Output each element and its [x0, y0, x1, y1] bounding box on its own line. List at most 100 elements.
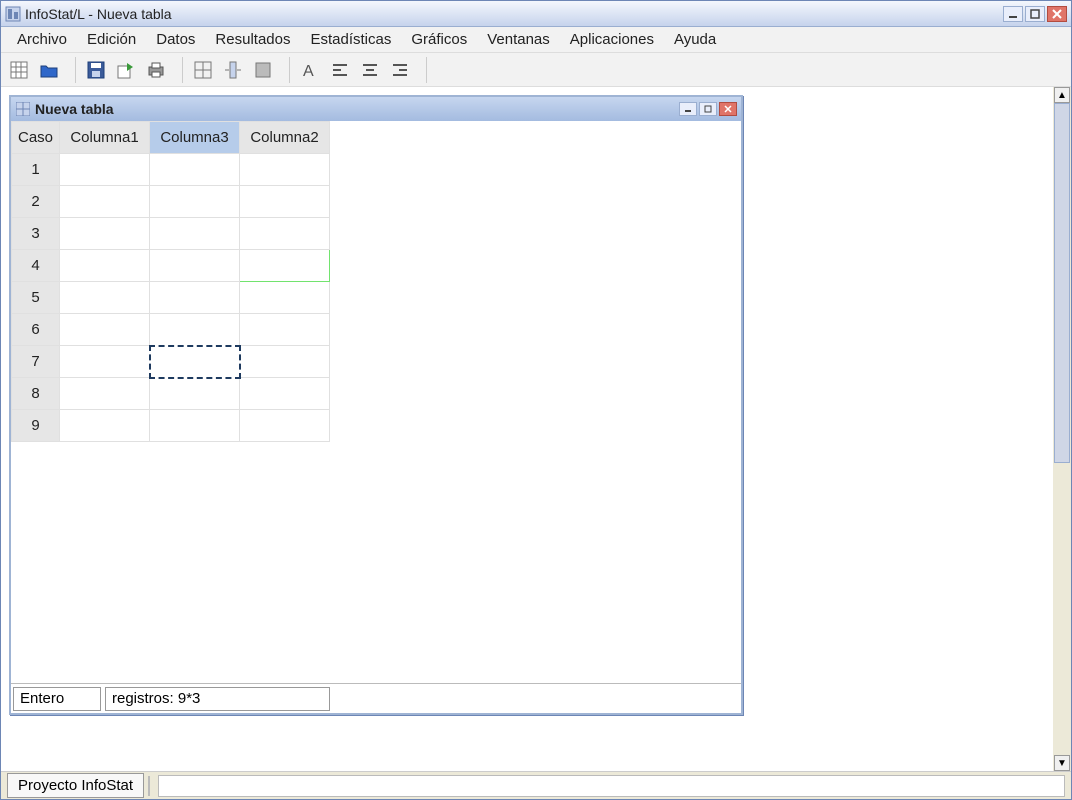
data-cell[interactable] — [240, 250, 330, 282]
child-statusbar: Entero registros: 9*3 — [11, 683, 741, 713]
data-cell[interactable] — [60, 378, 150, 410]
data-cell[interactable] — [240, 346, 330, 378]
data-cell[interactable] — [150, 218, 240, 250]
data-cell[interactable] — [150, 186, 240, 218]
column-header[interactable]: Columna2 — [240, 122, 330, 154]
data-cell[interactable] — [60, 218, 150, 250]
window-title: InfoStat/L - Nueva tabla — [25, 6, 172, 22]
table-row: 5 — [12, 282, 330, 314]
vertical-scrollbar[interactable]: ▲ ▼ — [1053, 87, 1071, 771]
minimize-button[interactable] — [1003, 6, 1023, 22]
toolbar-separator — [182, 57, 183, 83]
data-cell[interactable] — [150, 378, 240, 410]
toolbar-separator — [75, 57, 76, 83]
toolbar-separator — [426, 57, 427, 83]
data-cell[interactable] — [240, 186, 330, 218]
align-right-icon[interactable] — [388, 58, 412, 82]
child-minimize-button[interactable] — [679, 102, 697, 116]
scroll-track[interactable] — [1054, 103, 1070, 755]
scroll-up-icon[interactable]: ▲ — [1054, 87, 1070, 103]
data-cell[interactable] — [60, 410, 150, 442]
menu-graficos[interactable]: Gráficos — [401, 28, 477, 51]
menu-archivo[interactable]: Archivo — [7, 28, 77, 51]
table-row: 1 — [12, 154, 330, 186]
menu-resultados[interactable]: Resultados — [205, 28, 300, 51]
row-header[interactable]: 4 — [12, 250, 60, 282]
close-button[interactable] — [1047, 6, 1067, 22]
row-header[interactable]: 8 — [12, 378, 60, 410]
table-row: 4 — [12, 250, 330, 282]
table-row: 3 — [12, 218, 330, 250]
data-cell[interactable] — [150, 154, 240, 186]
data-cell[interactable] — [240, 314, 330, 346]
data-cell[interactable] — [60, 186, 150, 218]
workspace: Nueva tabla CasoColumna1Columna3Columna2… — [1, 87, 1071, 771]
main-statusbar: Proyecto InfoStat — [1, 771, 1071, 799]
open-folder-icon[interactable] — [37, 58, 61, 82]
data-cell[interactable] — [240, 410, 330, 442]
menubar: Archivo Edición Datos Resultados Estadís… — [1, 27, 1071, 53]
data-cell[interactable] — [60, 154, 150, 186]
menu-ventanas[interactable]: Ventanas — [477, 28, 560, 51]
row-header[interactable]: 1 — [12, 154, 60, 186]
child-window: Nueva tabla CasoColumna1Columna3Columna2… — [9, 95, 743, 715]
menu-estadisticas[interactable]: Estadísticas — [300, 28, 401, 51]
child-window-title: Nueva tabla — [35, 101, 114, 117]
child-close-button[interactable] — [719, 102, 737, 116]
statusbar-panel — [158, 775, 1065, 797]
data-cell[interactable] — [60, 250, 150, 282]
toolbar-separator — [289, 57, 290, 83]
align-center-icon[interactable] — [358, 58, 382, 82]
scroll-thumb[interactable] — [1054, 103, 1070, 463]
row-header[interactable]: 9 — [12, 410, 60, 442]
menu-edicion[interactable]: Edición — [77, 28, 146, 51]
table-row: 7 — [12, 346, 330, 378]
column-type-box: Entero — [13, 687, 101, 711]
maximize-button[interactable] — [1025, 6, 1045, 22]
scroll-down-icon[interactable]: ▼ — [1054, 755, 1070, 771]
table-row: 6 — [12, 314, 330, 346]
data-grid[interactable]: CasoColumna1Columna3Columna2 123456789 — [11, 121, 741, 683]
menu-aplicaciones[interactable]: Aplicaciones — [560, 28, 664, 51]
project-tab[interactable]: Proyecto InfoStat — [7, 773, 144, 798]
data-cell[interactable] — [150, 410, 240, 442]
app-icon — [5, 6, 21, 22]
print-icon[interactable] — [144, 58, 168, 82]
records-box: registros: 9*3 — [105, 687, 330, 711]
column-header[interactable]: Columna1 — [60, 122, 150, 154]
font-icon[interactable]: A — [298, 58, 322, 82]
menu-datos[interactable]: Datos — [146, 28, 205, 51]
data-cell[interactable] — [240, 218, 330, 250]
row-header[interactable]: 2 — [12, 186, 60, 218]
data-cell[interactable] — [150, 250, 240, 282]
data-cell[interactable] — [240, 154, 330, 186]
data-cell[interactable] — [60, 346, 150, 378]
data-cell[interactable] — [60, 282, 150, 314]
data-cell[interactable] — [240, 282, 330, 314]
column-header[interactable]: Columna3 — [150, 122, 240, 154]
main-window: InfoStat/L - Nueva tabla Archivo Edición… — [0, 0, 1072, 800]
row-header[interactable]: 5 — [12, 282, 60, 314]
child-titlebar: Nueva tabla — [11, 97, 741, 121]
insert-column-icon[interactable] — [221, 58, 245, 82]
corner-header[interactable]: Caso — [12, 122, 60, 154]
data-cell[interactable] — [150, 282, 240, 314]
export-icon[interactable] — [114, 58, 138, 82]
data-cell[interactable] — [60, 314, 150, 346]
row-header[interactable]: 7 — [12, 346, 60, 378]
table-row: 2 — [12, 186, 330, 218]
row-header[interactable]: 6 — [12, 314, 60, 346]
data-cell[interactable] — [150, 346, 240, 378]
save-icon[interactable] — [84, 58, 108, 82]
table-row: 9 — [12, 410, 330, 442]
child-maximize-button[interactable] — [699, 102, 717, 116]
table-icon[interactable] — [191, 58, 215, 82]
data-cell[interactable] — [150, 314, 240, 346]
table-row: 8 — [12, 378, 330, 410]
data-cell[interactable] — [240, 378, 330, 410]
new-table-icon[interactable] — [7, 58, 31, 82]
fill-icon[interactable] — [251, 58, 275, 82]
menu-ayuda[interactable]: Ayuda — [664, 28, 726, 51]
align-left-icon[interactable] — [328, 58, 352, 82]
row-header[interactable]: 3 — [12, 218, 60, 250]
